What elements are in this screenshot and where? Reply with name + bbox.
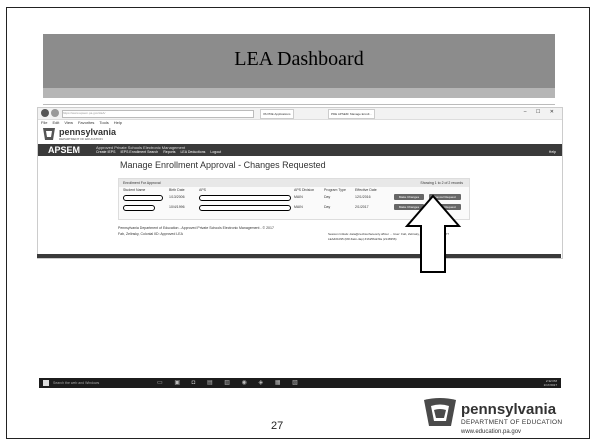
redacted-student-name (123, 205, 155, 211)
menu-tools[interactable]: Tools (99, 120, 108, 125)
header-divider (43, 98, 555, 105)
taskbar-search[interactable]: Search the web and Windows (53, 378, 143, 388)
app-name: APSEM (48, 145, 81, 155)
col-birth-date[interactable]: Birth Date (169, 188, 185, 192)
browser-menubar: File Edit View Favorites Tools Help (38, 120, 127, 126)
slide-header: LEA Dashboard (43, 34, 555, 88)
keystone-icon (424, 398, 456, 426)
browser-tab-active[interactable]: PDE APSEM: Manage Enroll... (328, 109, 375, 119)
nav-enrollment-search[interactable]: IEPS Enrollment Search (120, 150, 158, 154)
brand-name: pennsylvania (59, 127, 117, 137)
col-aps-division[interactable]: APS Division (294, 188, 314, 192)
redacted-aps (199, 195, 291, 201)
page-title: Manage Enrollment Approval - Changes Req… (120, 160, 326, 170)
pde-logo: pennsylvania DEPARTMENT OF EDUCATION www… (419, 398, 569, 442)
logo-url: www.education.pa.gov (461, 429, 522, 435)
birth-date: 10/4/1996 (169, 205, 185, 209)
header-strip (43, 88, 555, 98)
windows-start-icon[interactable] (43, 380, 49, 386)
help-link[interactable]: Help (549, 150, 556, 154)
footer-session-id: LEA#21095 (RR #aim-ilap) #16256dcf3a (21… (328, 237, 397, 241)
menu-view[interactable]: View (64, 120, 73, 125)
menu-help[interactable]: Help (114, 120, 122, 125)
up-arrow-icon (404, 194, 462, 273)
logo-word: pennsylvania (461, 401, 557, 418)
menu-favorites[interactable]: Favorites (78, 120, 94, 125)
browser-toolbar: https://www.apsem.pa.gov/LEA/ IIS PDE Ap… (38, 108, 562, 120)
browser-bottom-bar (37, 254, 561, 258)
panel-title: Enrollment For Approval (119, 179, 469, 187)
aps-division: MAIN (294, 195, 303, 199)
forward-icon[interactable] (51, 109, 59, 117)
site-footer: Pennsylvania Department of Education - A… (118, 226, 274, 230)
keystone-icon (43, 128, 55, 140)
menu-file[interactable]: File (41, 120, 47, 125)
footer-user: Fab, Zelinsky, Colonial IID: Approved LE… (118, 232, 183, 236)
logo-sub: DEPARTMENT OF EDUCATION (461, 419, 563, 426)
program-type: Day (324, 205, 331, 209)
taskbar-date: 1/17/2017 (543, 383, 557, 387)
effective-date: 12/1/2016 (355, 195, 371, 199)
redacted-student-name (123, 195, 163, 201)
birth-date: 1/13/2006 (169, 195, 185, 199)
taskbar-clock[interactable]: 2:32 PM 1/17/2017 (544, 379, 557, 387)
nav-reports[interactable]: Reports (163, 150, 175, 154)
menu-edit[interactable]: Edit (52, 120, 59, 125)
windows-taskbar: Search the web and Windows ▭ ▣ ◘ ▤ ▥ ◉ ◈… (39, 378, 561, 388)
slide: LEA Dashboard https://www.apsem.pa.gov/L… (6, 7, 590, 439)
taskbar-app-icons[interactable]: ▭ ▣ ◘ ▤ ▥ ◉ ◈ ▦ ▧ (157, 379, 303, 386)
app-bar: APSEM Approved Private Schools Electroni… (38, 144, 562, 156)
app-nav: Create IEPS IEPS Enrollment Search Reports… (96, 150, 226, 154)
records-count: Showing 1 to 2 of 2 records (420, 181, 463, 185)
nav-create-ieps[interactable]: Create IEPS (96, 150, 115, 154)
col-student-name[interactable]: Student Name (123, 188, 145, 192)
aps-division: MAIN (294, 205, 303, 209)
nav-lea-deductions[interactable]: LEA Deductions (180, 150, 205, 154)
brand-sub: DEPARTMENT OF EDUCATION (59, 137, 103, 141)
browser-screenshot: https://www.apsem.pa.gov/LEA/ IIS PDE Ap… (37, 107, 563, 259)
window-controls[interactable]: – ☐ ✕ (524, 109, 558, 115)
slide-title: LEA Dashboard (234, 48, 364, 70)
col-aps[interactable]: APS (199, 188, 206, 192)
redacted-aps (199, 205, 291, 211)
effective-date: 2/1/2017 (355, 205, 369, 209)
col-program-type[interactable]: Program Type (324, 188, 346, 192)
program-type: Day (324, 195, 331, 199)
browser-tab[interactable]: IIS PDE Applications (260, 109, 294, 119)
page-number: 27 (271, 420, 284, 432)
nav-logout[interactable]: Logout (210, 150, 221, 154)
col-effective-date[interactable]: Effective Date (355, 188, 377, 192)
address-bar[interactable]: https://www.apsem.pa.gov/LEA/ (62, 110, 254, 118)
back-icon[interactable] (41, 109, 49, 117)
